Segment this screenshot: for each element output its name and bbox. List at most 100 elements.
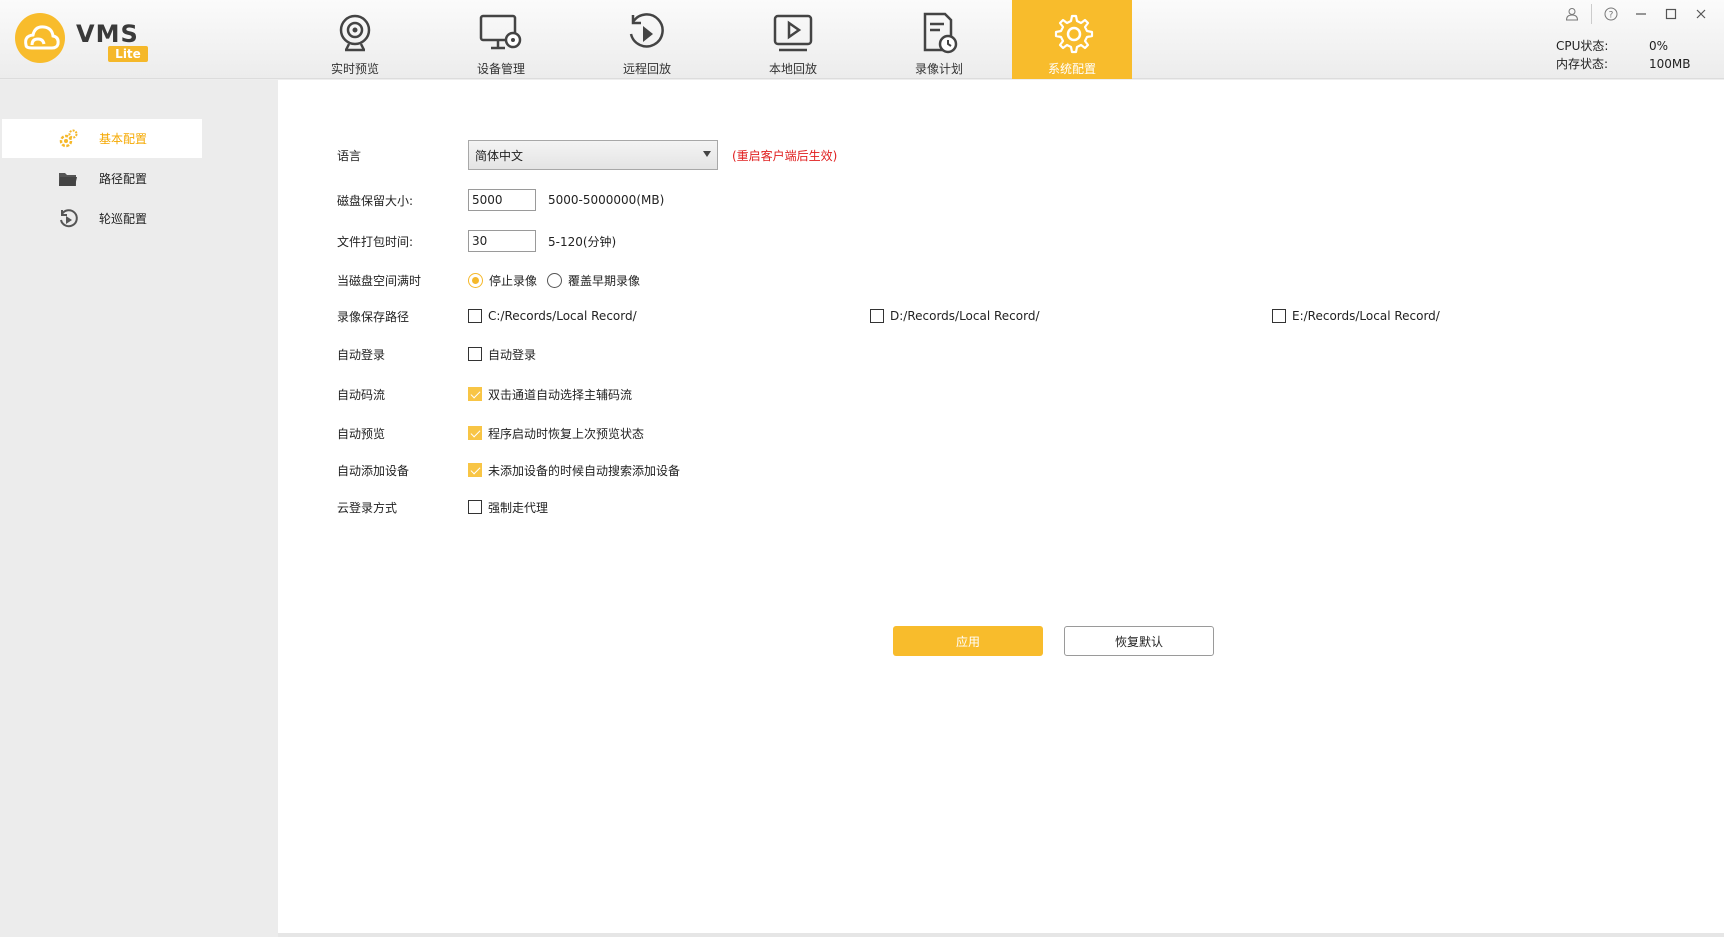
tab-system-config[interactable]: 系统配置 bbox=[1012, 0, 1132, 79]
svg-text:?: ? bbox=[1609, 11, 1614, 21]
disk-full-control: 停止录像 覆盖早期录像 bbox=[468, 272, 650, 289]
stop-recording-radio[interactable] bbox=[468, 272, 483, 288]
memory-value: 100MB bbox=[1649, 57, 1691, 71]
auto-add-label: 自动添加设备 bbox=[337, 463, 410, 478]
auto-add-option[interactable]: 未添加设备的时候自动搜索添加设备 bbox=[488, 462, 680, 479]
pack-time-input[interactable] bbox=[468, 230, 536, 252]
sidebar-item-label: 基本配置 bbox=[99, 132, 148, 146]
tab-label: 远程回放 bbox=[622, 62, 671, 76]
path-d-checkbox[interactable] bbox=[870, 309, 884, 323]
tab-local-playback[interactable]: 本地回放 bbox=[720, 0, 866, 79]
auto-preview-label: 自动预览 bbox=[337, 426, 386, 441]
path-c-option: C:/Records/Local Record/ bbox=[468, 309, 647, 323]
user-icon[interactable] bbox=[1557, 4, 1587, 24]
close-icon[interactable] bbox=[1686, 4, 1716, 24]
settings-panel: 语言 简体中文 (重启客户端后生效) 磁盘保留大小: 5000-5000000(… bbox=[278, 80, 1724, 933]
auto-stream-label: 自动码流 bbox=[337, 387, 386, 402]
restart-note: (重启客户端后生效) bbox=[732, 148, 838, 163]
cloud-login-row: 云登录方式 强制走代理 bbox=[278, 495, 1478, 519]
minimize-icon[interactable] bbox=[1626, 4, 1656, 24]
auto-add-row: 自动添加设备 未添加设备的时候自动搜索添加设备 bbox=[278, 458, 1478, 482]
auto-preview-row: 自动预览 程序启动时恢复上次预览状态 bbox=[278, 421, 1478, 445]
main-nav: 实时预览 设备管理 远程回放 本地回放 录像计划 系统配置 bbox=[282, 0, 1132, 79]
auto-preview-control: 程序启动时恢复上次预览状态 bbox=[468, 425, 654, 442]
memory-label: 内存状态: bbox=[1556, 57, 1609, 71]
language-row: 语言 简体中文 (重启客户端后生效) bbox=[278, 140, 1478, 170]
divider bbox=[1591, 4, 1592, 24]
sidebar-item-label: 轮巡配置 bbox=[99, 212, 148, 226]
cloud-login-control: 强制走代理 bbox=[468, 499, 558, 516]
maximize-icon[interactable] bbox=[1656, 4, 1686, 24]
disk-reserve-control: 5000-5000000(MB) bbox=[468, 189, 664, 211]
disk-full-row: 当磁盘空间满时 停止录像 覆盖早期录像 bbox=[278, 268, 1478, 292]
logo-badge: Lite bbox=[108, 46, 148, 62]
system-stats: CPU状态: 0% 内存状态: 100MB bbox=[1556, 37, 1691, 73]
gear-icon bbox=[1054, 14, 1094, 54]
path-e-option: E:/Records/Local Record/ bbox=[1272, 309, 1450, 323]
language-label: 语言 bbox=[337, 148, 362, 163]
auto-login-checkbox[interactable] bbox=[468, 347, 482, 361]
pack-time-label: 文件打包时间: bbox=[337, 234, 414, 249]
tab-label: 录像计划 bbox=[914, 62, 963, 76]
force-proxy-checkbox[interactable] bbox=[468, 500, 482, 514]
sidebar-item-basic-config[interactable]: 基本配置 bbox=[2, 119, 202, 158]
cloud-logo-icon bbox=[15, 13, 65, 63]
replay-icon bbox=[629, 13, 664, 48]
auto-stream-option[interactable]: 双击通道自动选择主辅码流 bbox=[488, 386, 632, 403]
save-path-row: 录像保存路径 C:/Records/Local Record/ D:/Recor… bbox=[278, 304, 1724, 328]
auto-login-row: 自动登录 自动登录 bbox=[278, 342, 1478, 366]
gears-icon bbox=[59, 129, 78, 147]
top-bar: VMS Lite 实时预览 设备管理 远程回放 本地回放 录像计划 系统配置 ?… bbox=[0, 0, 1724, 79]
force-proxy-option[interactable]: 强制走代理 bbox=[488, 499, 548, 516]
path-e-label[interactable]: E:/Records/Local Record/ bbox=[1292, 309, 1440, 323]
tab-device-management[interactable]: 设备管理 bbox=[428, 0, 574, 79]
auto-add-checkbox[interactable] bbox=[468, 463, 482, 477]
folder-icon bbox=[59, 172, 77, 186]
sidebar-item-path-config[interactable]: 路径配置 bbox=[2, 159, 202, 198]
cloud-login-label: 云登录方式 bbox=[337, 500, 398, 515]
path-d-label[interactable]: D:/Records/Local Record/ bbox=[890, 309, 1040, 323]
disk-full-label: 当磁盘空间满时 bbox=[337, 273, 422, 288]
apply-button[interactable]: 应用 bbox=[893, 626, 1043, 656]
overwrite-radio[interactable] bbox=[547, 272, 563, 288]
tab-remote-playback[interactable]: 远程回放 bbox=[574, 0, 720, 79]
path-c-checkbox[interactable] bbox=[468, 309, 482, 323]
disk-reserve-label: 磁盘保留大小: bbox=[337, 193, 414, 208]
help-icon[interactable]: ? bbox=[1596, 4, 1626, 24]
chevron-down-icon bbox=[703, 151, 711, 157]
tab-label: 设备管理 bbox=[476, 62, 525, 76]
tab-label: 系统配置 bbox=[1047, 62, 1096, 76]
tab-live-preview[interactable]: 实时预览 bbox=[282, 0, 428, 79]
cycle-play-icon bbox=[60, 208, 78, 227]
language-control: 简体中文 (重启客户端后生效) bbox=[468, 140, 837, 170]
auto-login-label: 自动登录 bbox=[337, 347, 386, 362]
pack-time-hint: 5-120(分钟) bbox=[548, 234, 617, 249]
app-logo: VMS Lite bbox=[14, 12, 164, 68]
overwrite-label[interactable]: 覆盖早期录像 bbox=[568, 272, 640, 289]
sidebar-item-patrol-config[interactable]: 轮巡配置 bbox=[2, 199, 202, 238]
auto-login-option[interactable]: 自动登录 bbox=[488, 346, 536, 363]
path-d-option: D:/Records/Local Record/ bbox=[870, 309, 1050, 323]
webcam-icon bbox=[339, 14, 371, 52]
tab-record-schedule[interactable]: 录像计划 bbox=[866, 0, 1012, 79]
auto-stream-checkbox[interactable] bbox=[468, 387, 482, 401]
path-e-checkbox[interactable] bbox=[1272, 309, 1286, 323]
auto-stream-control: 双击通道自动选择主辅码流 bbox=[468, 386, 642, 403]
disk-reserve-row: 磁盘保留大小: 5000-5000000(MB) bbox=[278, 188, 1478, 212]
auto-preview-checkbox[interactable] bbox=[468, 426, 482, 440]
path-c-label[interactable]: C:/Records/Local Record/ bbox=[488, 309, 637, 323]
auto-preview-option[interactable]: 程序启动时恢复上次预览状态 bbox=[488, 425, 644, 442]
schedule-doc-icon bbox=[923, 12, 958, 54]
play-screen-icon bbox=[773, 14, 813, 52]
language-select[interactable]: 简体中文 bbox=[468, 140, 718, 170]
restore-defaults-button[interactable]: 恢复默认 bbox=[1064, 626, 1214, 656]
window-controls: ? bbox=[1557, 4, 1716, 24]
sidebar: 基本配置 路径配置 轮巡配置 bbox=[0, 80, 278, 937]
disk-reserve-input[interactable] bbox=[468, 189, 536, 211]
logo-text: VMS bbox=[76, 20, 139, 48]
pack-time-control: 5-120(分钟) bbox=[468, 230, 616, 252]
pack-time-row: 文件打包时间: 5-120(分钟) bbox=[278, 229, 1478, 253]
tab-label: 本地回放 bbox=[768, 62, 817, 76]
stop-recording-label[interactable]: 停止录像 bbox=[489, 272, 537, 289]
auto-add-control: 未添加设备的时候自动搜索添加设备 bbox=[468, 462, 690, 479]
